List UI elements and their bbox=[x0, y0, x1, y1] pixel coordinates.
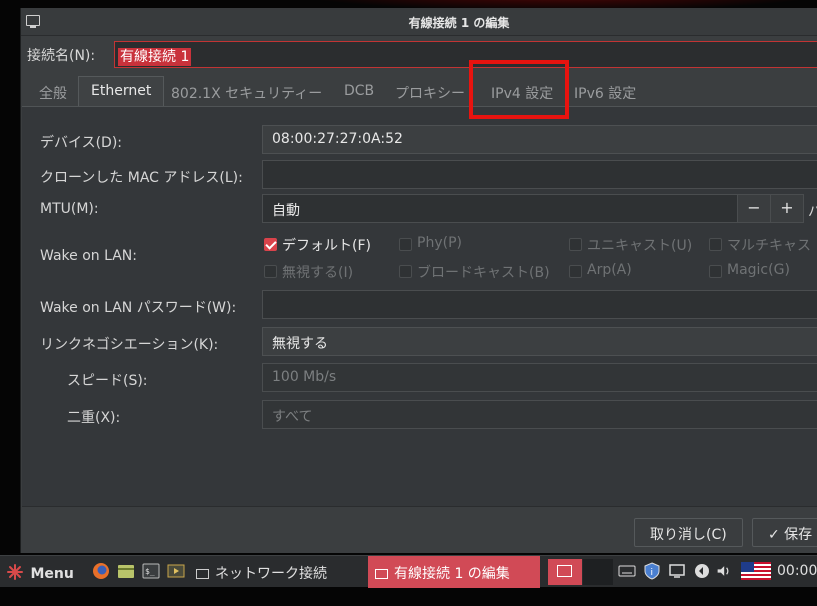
wol-default-label: デフォルト(F) bbox=[282, 238, 371, 254]
wol-unicast-label: ユニキャスト(U) bbox=[587, 238, 693, 254]
media-player-icon[interactable] bbox=[167, 562, 185, 580]
title-bar[interactable]: 有線接続 1 の編集 bbox=[21, 8, 817, 36]
shield-icon[interactable]: i bbox=[643, 562, 661, 580]
volume-icon[interactable] bbox=[716, 562, 734, 580]
menu-logo-icon bbox=[7, 564, 23, 580]
window-title: 有線接続 1 の編集 bbox=[408, 16, 510, 30]
wol-password-input[interactable] bbox=[262, 290, 817, 319]
clock[interactable]: 00:00 bbox=[777, 556, 817, 588]
wol-magic-label: Magic(G) bbox=[727, 262, 790, 278]
wol-unicast-checkbox[interactable]: ユニキャスト(U) bbox=[569, 235, 692, 255]
wol-arp-label: Arp(A) bbox=[587, 262, 632, 278]
checkbox-box bbox=[264, 265, 277, 278]
wol-password-label: Wake on LAN パスワード(W): bbox=[40, 300, 237, 316]
tab-ipv6-settings[interactable]: IPv6 設定 bbox=[574, 76, 636, 106]
link-negotiation-combo[interactable]: 無視する bbox=[262, 327, 817, 356]
firefox-icon[interactable] bbox=[92, 562, 110, 580]
wol-magic-checkbox[interactable]: Magic(G) bbox=[709, 262, 790, 282]
keyboard-icon[interactable] bbox=[618, 562, 636, 580]
checkbox-box bbox=[569, 238, 582, 251]
annotation-highlight-box bbox=[469, 60, 569, 119]
connection-name-input[interactable]: 有線接続 1 bbox=[114, 41, 817, 68]
checkbox-box bbox=[569, 265, 582, 278]
wol-default-checkbox[interactable]: デフォルト(F) bbox=[264, 235, 371, 255]
wol-multicast-checkbox[interactable]: マルチキャス bbox=[709, 235, 811, 255]
speed-combo[interactable]: 100 Mb/s bbox=[262, 363, 817, 392]
tab-dcb[interactable]: DCB bbox=[344, 76, 374, 106]
duplex-combo[interactable]: すべて bbox=[262, 400, 817, 429]
mtu-increment-button[interactable]: + bbox=[770, 194, 804, 223]
task-edit-label: 有線接続 1 の編集 bbox=[394, 566, 510, 582]
tab-ethernet[interactable]: Ethernet bbox=[78, 76, 165, 107]
monitor-icon bbox=[375, 569, 388, 579]
checkbox-box bbox=[709, 238, 722, 251]
duplex-label: 二重(X): bbox=[67, 410, 121, 426]
tab-bar: 全般 Ethernet 802.1X セキュリティー DCB プロキシー IPv… bbox=[31, 76, 817, 107]
wol-broadcast-checkbox[interactable]: ブロードキャスト(B) bbox=[399, 262, 550, 282]
network-monitor-icon[interactable] bbox=[668, 562, 686, 580]
tab-general[interactable]: 全般 bbox=[39, 76, 67, 106]
edit-connection-dialog: 有線接続 1 の編集 接続名(N): 有線接続 1 全般 Ethernet 80… bbox=[20, 8, 817, 553]
wol-ignore-label: 無視する(I) bbox=[282, 265, 354, 281]
svg-text:i: i bbox=[651, 568, 654, 578]
terminal-icon[interactable]: $_ bbox=[142, 562, 160, 580]
workspace-monitor-icon bbox=[557, 565, 572, 577]
wol-phy-checkbox[interactable]: Phy(P) bbox=[399, 235, 462, 255]
wol-arp-checkbox[interactable]: Arp(A) bbox=[569, 262, 632, 282]
taskbar-item-network-connections[interactable]: ネットワーク接続 bbox=[196, 556, 346, 588]
menu-label: Menu bbox=[30, 566, 74, 582]
checkbox-box bbox=[399, 265, 412, 278]
device-label: デバイス(D): bbox=[40, 135, 123, 151]
mtu-decrement-button[interactable]: − bbox=[737, 194, 771, 223]
monitor-icon bbox=[196, 569, 209, 579]
tab-proxy[interactable]: プロキシー bbox=[395, 76, 465, 106]
link-negotiation-label: リンクネゴシエーション(K): bbox=[40, 337, 219, 353]
cancel-button[interactable]: 取り消し(C) bbox=[634, 518, 743, 547]
wol-multicast-label: マルチキャス bbox=[727, 238, 811, 254]
speed-label: スピード(S): bbox=[67, 373, 148, 389]
menu-button[interactable]: Menu bbox=[6, 556, 74, 588]
cloned-mac-input[interactable] bbox=[262, 160, 817, 189]
connection-name-value: 有線接続 1 bbox=[118, 48, 192, 66]
task-network-label: ネットワーク接続 bbox=[215, 566, 327, 582]
checkbox-check-icon bbox=[264, 238, 277, 251]
ethernet-tab-panel: デバイス(D): 08:00:27:27:0A:52 クローンした MAC アド… bbox=[22, 106, 817, 507]
svg-text:$_: $_ bbox=[145, 567, 155, 576]
taskbar-item-edit-connection[interactable]: 有線接続 1 の編集 bbox=[368, 556, 540, 588]
mtu-unit-label: バ bbox=[808, 201, 817, 221]
workspace-1[interactable] bbox=[548, 559, 582, 585]
mtu-input[interactable]: 自動 bbox=[262, 194, 738, 223]
update-icon[interactable] bbox=[693, 562, 711, 580]
workspace-2[interactable] bbox=[583, 559, 613, 585]
mtu-label: MTU(M): bbox=[40, 201, 99, 217]
cloned-mac-label: クローンした MAC アドレス(L): bbox=[40, 170, 243, 186]
save-button[interactable]: ✓ 保存 bbox=[752, 518, 817, 547]
taskbar: Menu $_ ネットワーク接続 有線接続 1 の編集 i 00:00 bbox=[0, 555, 817, 588]
checkbox-box bbox=[709, 265, 722, 278]
connection-name-label: 接続名(N): bbox=[27, 48, 96, 64]
device-combo[interactable]: 08:00:27:27:0A:52 bbox=[262, 125, 817, 154]
wake-on-lan-label: Wake on LAN: bbox=[40, 248, 137, 264]
us-flag-icon[interactable] bbox=[741, 562, 771, 580]
tab-8021x-security[interactable]: 802.1X セキュリティー bbox=[171, 76, 322, 106]
wol-ignore-checkbox[interactable]: 無視する(I) bbox=[264, 262, 353, 282]
wol-broadcast-label: ブロードキャスト(B) bbox=[417, 265, 550, 281]
wol-phy-label: Phy(P) bbox=[417, 235, 462, 251]
checkbox-box bbox=[399, 238, 412, 251]
file-manager-icon[interactable] bbox=[117, 562, 135, 580]
